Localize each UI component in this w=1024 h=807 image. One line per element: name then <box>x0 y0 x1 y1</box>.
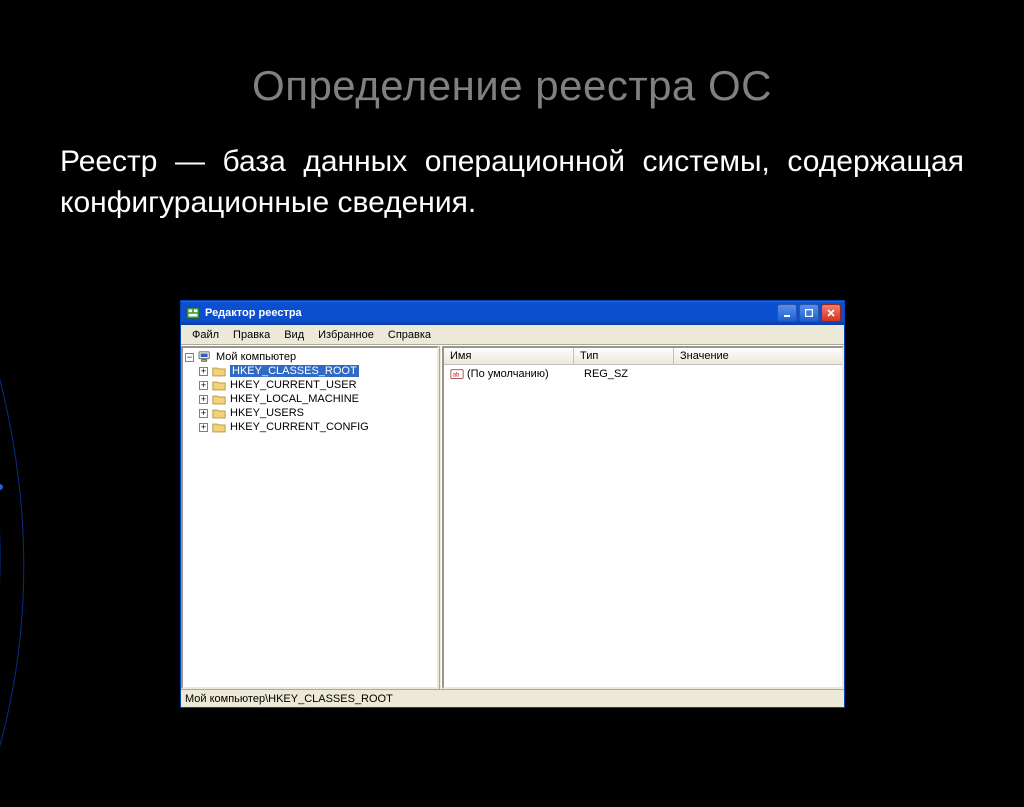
status-text: Мой компьютер\HKEY_CLASSES_ROOT <box>185 693 393 705</box>
maximize-button[interactable] <box>799 304 819 322</box>
tree-item[interactable]: + HKEY_CURRENT_USER <box>185 378 435 392</box>
col-name[interactable]: Имя <box>444 348 574 364</box>
close-button[interactable] <box>821 304 841 322</box>
value-name: (По умолчанию) <box>467 368 549 380</box>
tree-item[interactable]: + HKEY_USERS <box>185 406 435 420</box>
tree-item-label: HKEY_LOCAL_MACHINE <box>230 393 359 405</box>
value-type: REG_SZ <box>578 368 678 380</box>
expand-icon[interactable]: + <box>199 395 208 404</box>
computer-icon <box>198 351 212 363</box>
tree-item-label: HKEY_USERS <box>230 407 304 419</box>
menu-favorites[interactable]: Избранное <box>311 327 381 343</box>
expand-icon[interactable]: + <box>199 423 208 432</box>
regedit-window: Редактор реестра Файл Правка Вид Избранн… <box>180 300 845 708</box>
menu-view[interactable]: Вид <box>277 327 311 343</box>
tree-item-label: HKEY_CLASSES_ROOT <box>230 365 359 377</box>
window-title: Редактор реестра <box>205 307 777 319</box>
folder-icon <box>212 394 226 405</box>
slide-body-text: Реестр — база данных операционной систем… <box>0 110 1024 223</box>
folder-icon <box>212 380 226 391</box>
col-type[interactable]: Тип <box>574 348 674 364</box>
string-value-icon: ab <box>450 367 464 381</box>
menu-help[interactable]: Справка <box>381 327 438 343</box>
expand-icon[interactable]: + <box>199 367 208 376</box>
list-row[interactable]: ab (По умолчанию) REG_SZ <box>448 367 838 381</box>
tree-item[interactable]: + HKEY_CURRENT_CONFIG <box>185 420 435 434</box>
tree-item-label: HKEY_CURRENT_USER <box>230 379 357 391</box>
col-value[interactable]: Значение <box>674 348 842 364</box>
menu-bar: Файл Правка Вид Избранное Справка <box>181 325 844 345</box>
tree-root-label: Мой компьютер <box>216 351 296 363</box>
folder-icon <box>212 408 226 419</box>
value-list: Имя Тип Значение ab (По умолчанию) REG_S… <box>442 346 844 689</box>
list-header: Имя Тип Значение <box>444 348 842 365</box>
tree-item[interactable]: + HKEY_LOCAL_MACHINE <box>185 392 435 406</box>
svg-text:ab: ab <box>453 372 460 379</box>
slide-title: Определение реестра ОС <box>0 0 1024 110</box>
expand-icon[interactable]: + <box>199 381 208 390</box>
folder-icon <box>212 422 226 433</box>
minimize-button[interactable] <box>777 304 797 322</box>
registry-tree[interactable]: − Мой компьютер + HKEY_CLASSES_ROOT + <box>181 346 439 689</box>
regedit-icon <box>186 306 200 320</box>
tree-item-label: HKEY_CURRENT_CONFIG <box>230 421 369 433</box>
tree-root[interactable]: − Мой компьютер <box>185 350 435 364</box>
folder-icon <box>212 366 226 377</box>
menu-edit[interactable]: Правка <box>226 327 277 343</box>
collapse-icon[interactable]: − <box>185 353 194 362</box>
status-bar: Мой компьютер\HKEY_CLASSES_ROOT <box>181 689 844 707</box>
titlebar[interactable]: Редактор реестра <box>181 301 844 325</box>
menu-file[interactable]: Файл <box>185 327 226 343</box>
tree-item[interactable]: + HKEY_CLASSES_ROOT <box>185 364 435 378</box>
expand-icon[interactable]: + <box>199 409 208 418</box>
